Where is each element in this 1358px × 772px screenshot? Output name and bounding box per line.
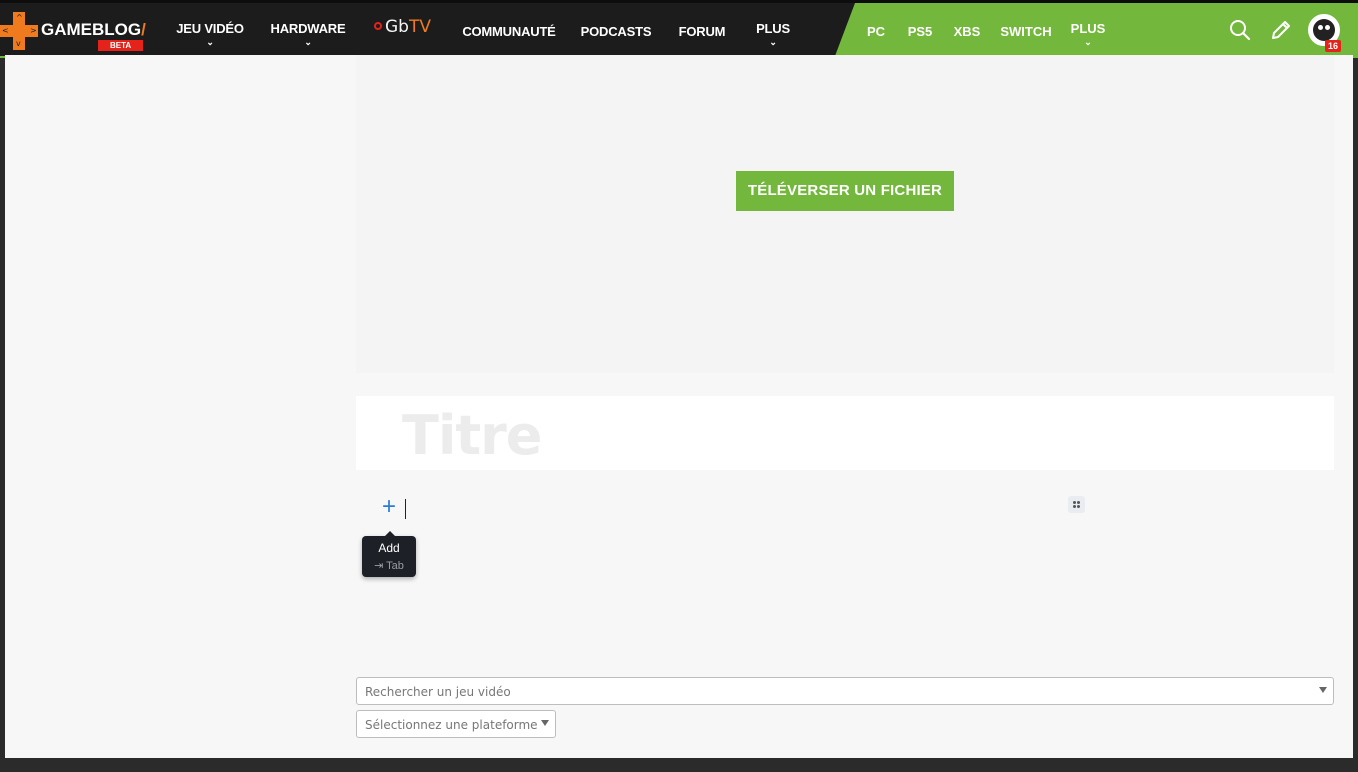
top-navigation-bar: ^ < > v GAMEBLOG/ BETA JEU VIDÉO ⌄ HARDWA…	[0, 0, 1358, 58]
title-placeholder: Titre	[402, 404, 542, 467]
nav-hardware[interactable]: HARDWARE ⌄	[270, 21, 346, 47]
brand-name: GAMEBLOG/	[41, 20, 146, 39]
left-sidebar	[5, 55, 341, 758]
drag-handle-icon[interactable]	[1068, 496, 1085, 513]
upload-file-button[interactable]: TÉLÉVERSER UN FICHIER	[736, 171, 954, 211]
platform-placeholder: Sélectionnez une plateforme	[365, 718, 538, 732]
platform-select[interactable]: Sélectionnez une plateforme	[356, 710, 556, 738]
chevron-down-icon: ⌄	[206, 37, 214, 47]
platform-switch[interactable]: SWITCH	[1000, 24, 1052, 39]
nav-communaute[interactable]: COMMUNAUTÉ	[462, 24, 556, 39]
nav-podcasts[interactable]: PODCASTS	[580, 24, 652, 39]
pencil-icon[interactable]	[1269, 18, 1293, 42]
chevron-down-icon: ⌄	[769, 37, 777, 47]
title-field[interactable]: Titre	[356, 396, 1334, 470]
platform-plus[interactable]: PLUS ⌄	[1070, 21, 1106, 47]
tooltip-label: Add	[378, 541, 400, 555]
record-icon	[374, 22, 382, 30]
bottom-border	[0, 758, 1358, 772]
nav-jeu-video[interactable]: JEU VIDÉO ⌄	[176, 21, 244, 47]
dpad-logo-icon: ^ < > v	[0, 12, 38, 50]
add-block-plus-icon[interactable]: +	[377, 495, 401, 519]
platform-pc[interactable]: PC	[862, 24, 890, 39]
notification-badge: 16	[1325, 40, 1342, 52]
nav-plus[interactable]: PLUS ⌄	[752, 21, 794, 47]
tooltip-shortcut: ⇥ Tab	[374, 560, 404, 572]
beta-badge: BETA	[98, 40, 144, 51]
gameblog-logo[interactable]: ^ < > v GAMEBLOG/ BETA	[0, 11, 153, 51]
text-cursor	[405, 499, 406, 519]
gbtv-link[interactable]: GbTV	[374, 17, 431, 37]
platform-xbs[interactable]: XBS	[952, 24, 982, 39]
nav-forum[interactable]: FORUM	[676, 24, 728, 39]
editor-page: TÉLÉVERSER UN FICHIER Titre + Add ⇥ Tab …	[5, 55, 1353, 758]
dropdown-arrow-icon	[541, 720, 549, 726]
cover-upload-zone[interactable]	[356, 55, 1334, 373]
platform-ps5[interactable]: PS5	[905, 24, 935, 39]
chevron-down-icon: ⌄	[304, 37, 312, 47]
chevron-down-icon: ⌄	[1084, 37, 1092, 47]
search-icon[interactable]	[1228, 18, 1252, 42]
game-search-placeholder: Rechercher un jeu vidéo	[365, 685, 511, 699]
add-tooltip: Add ⇥ Tab	[362, 531, 416, 577]
dropdown-arrow-icon	[1319, 687, 1327, 693]
game-search-select[interactable]: Rechercher un jeu vidéo	[356, 677, 1334, 705]
